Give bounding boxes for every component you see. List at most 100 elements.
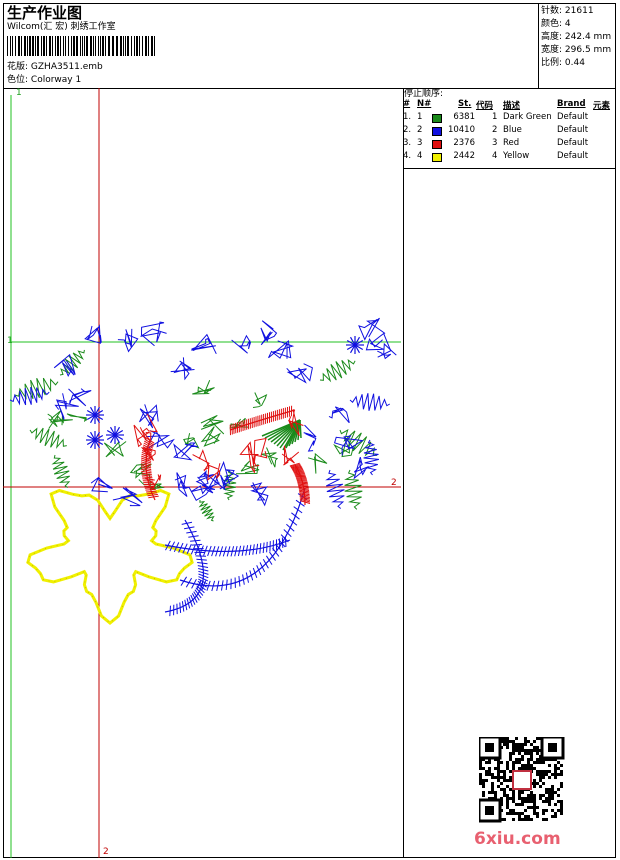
qr-module (521, 767, 524, 770)
qr-module (527, 797, 530, 800)
qr-module (560, 812, 563, 815)
qr-module (494, 767, 497, 770)
qr-module (518, 749, 521, 752)
qr-module (530, 818, 533, 821)
qr-module (497, 785, 500, 788)
qr-module (533, 767, 536, 770)
qr-module (542, 761, 545, 764)
qr-module (512, 752, 515, 755)
red-stitch (253, 437, 268, 465)
green-leaf (29, 427, 67, 450)
qr-module (479, 773, 482, 776)
qr-module (530, 752, 533, 755)
qr-module (530, 791, 533, 794)
qr-module (530, 743, 533, 746)
green-stitch (252, 392, 268, 408)
qr-module (554, 770, 557, 773)
blue-frond-barb (262, 558, 269, 569)
blue-frond-barb (190, 539, 201, 542)
blue-frond-barb (266, 541, 268, 553)
qr-module (512, 746, 515, 749)
qr-module (479, 776, 482, 779)
qr-module (533, 794, 536, 797)
qr-module (494, 791, 497, 794)
qr-module (506, 794, 509, 797)
qr-module (509, 776, 512, 779)
qr-module (536, 746, 539, 749)
qr-module (548, 797, 551, 800)
qr-module (536, 752, 539, 755)
qr-module (539, 794, 542, 797)
qr-module (497, 767, 500, 770)
qr-module (518, 818, 521, 821)
qr-module (533, 800, 536, 803)
qr-module (527, 794, 530, 797)
qr-module (551, 797, 554, 800)
qr-module (497, 761, 500, 764)
qr-module (542, 776, 545, 779)
blue-outline (170, 357, 195, 381)
qr-module (503, 788, 506, 791)
qr-module (560, 803, 563, 806)
qr-module (500, 788, 503, 791)
blue-outline (231, 334, 252, 354)
blue-frond-barb (283, 529, 292, 538)
qr-module (551, 791, 554, 794)
qr-module (506, 812, 509, 815)
qr-module (521, 758, 524, 761)
guide-label-left: 1 (7, 336, 13, 346)
qr-module (524, 740, 527, 743)
qr-module (515, 803, 518, 806)
qr-module (494, 794, 497, 797)
blue-outline (191, 333, 217, 355)
qr-module (548, 800, 551, 803)
qr-module (557, 761, 560, 764)
qr-module (542, 812, 545, 815)
qr-module (509, 788, 512, 791)
qr-module (509, 752, 512, 755)
qr-module (491, 776, 494, 779)
qr-module (560, 764, 563, 767)
blue-outline (365, 332, 392, 358)
qr-module (530, 797, 533, 800)
qr-module (491, 782, 494, 785)
qr-module (482, 785, 485, 788)
qr-module (533, 740, 536, 743)
green-stitch (200, 426, 222, 447)
qr-module (512, 740, 515, 743)
blue-frond-barb (225, 579, 228, 591)
qr-module (512, 761, 515, 764)
blue-outline (286, 363, 313, 384)
qr-module (509, 779, 512, 782)
qr-module (515, 749, 518, 752)
qr-module (548, 770, 551, 773)
qr-module (539, 797, 542, 800)
qr-module (506, 743, 509, 746)
qr-module (530, 800, 533, 803)
qr-module (512, 794, 515, 797)
qr-module (521, 812, 524, 815)
qr-module (554, 776, 557, 779)
qr-module (488, 770, 491, 773)
qr-module (509, 812, 512, 815)
qr-module (506, 761, 509, 764)
qr-module (521, 803, 524, 806)
qr-module (548, 791, 551, 794)
qr-module (533, 803, 536, 806)
qr-module (500, 770, 503, 773)
qr-module (560, 770, 563, 773)
qr-module (542, 770, 545, 773)
qr-module (548, 788, 551, 791)
qr-module (530, 749, 533, 752)
qr-module (491, 788, 494, 791)
qr-module (551, 809, 554, 812)
qr-module (524, 743, 527, 746)
qr-module (482, 779, 485, 782)
qr-module (503, 740, 506, 743)
green-leaf (198, 499, 215, 522)
qr-module (518, 761, 521, 764)
qr-module (518, 815, 521, 818)
qr-module (527, 749, 530, 752)
qr-module (521, 743, 524, 746)
qr-module (521, 764, 524, 767)
